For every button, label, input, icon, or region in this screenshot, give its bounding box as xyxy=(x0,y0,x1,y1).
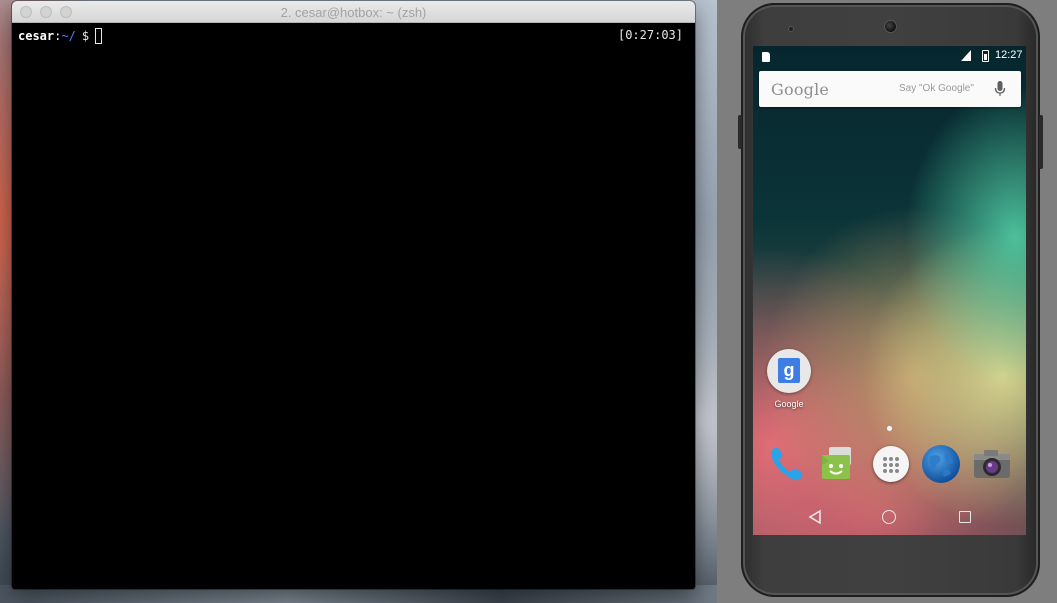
app-label: Google xyxy=(774,399,804,409)
battery-icon xyxy=(982,50,989,62)
phone-icon[interactable] xyxy=(765,443,807,485)
terminal-content[interactable]: cesar: ~/ $ [0:27:03] xyxy=(12,23,695,589)
prompt-line: cesar: ~/ $ xyxy=(18,28,103,44)
prompt-separator: : xyxy=(54,29,62,43)
terminal-cursor[interactable] xyxy=(95,28,103,44)
google-logo: Google xyxy=(771,80,830,99)
recents-icon[interactable] xyxy=(959,511,971,523)
app-launcher-icon[interactable] xyxy=(870,443,912,485)
camera-icon[interactable] xyxy=(971,443,1013,485)
right-prompt-clock: [0:27:03] xyxy=(617,28,683,42)
microphone-icon[interactable] xyxy=(994,81,1006,97)
status-bar[interactable]: 12:27 xyxy=(753,46,1026,66)
page-indicator xyxy=(887,426,892,431)
sd-card-icon xyxy=(762,52,770,62)
prompt-user: cesar xyxy=(18,29,55,43)
prompt-path: ~/ xyxy=(61,29,76,43)
power-button[interactable] xyxy=(1039,115,1043,169)
prompt-symbol: $ xyxy=(81,29,90,43)
status-time: 12:27 xyxy=(995,49,1023,61)
window-title: 2. cesar@hotbox: ~ (zsh) xyxy=(280,5,427,20)
front-camera-icon xyxy=(884,20,897,33)
signal-icon xyxy=(961,50,971,61)
voice-search-hint: Say "Ok Google" xyxy=(899,83,974,94)
phone-screen[interactable]: 12:27 Google Say "Ok Google" g Google xyxy=(753,46,1026,535)
volume-button[interactable] xyxy=(738,115,742,149)
navigation-bar xyxy=(753,500,1026,535)
google-search-widget[interactable]: Google Say "Ok Google" xyxy=(759,71,1021,107)
app-google[interactable]: g Google xyxy=(766,349,812,409)
terminal-titlebar[interactable]: 2. cesar@hotbox: ~ (zsh) xyxy=(12,1,695,23)
terminal-window[interactable]: 2. cesar@hotbox: ~ (zsh) cesar: ~/ $ [0:27… xyxy=(12,1,695,589)
google-search-icon: g xyxy=(767,349,811,393)
messenger-icon[interactable] xyxy=(817,443,859,485)
proximity-sensor xyxy=(788,26,794,32)
home-icon[interactable] xyxy=(882,510,896,524)
browser-icon[interactable] xyxy=(920,443,962,485)
back-icon[interactable] xyxy=(808,510,822,524)
